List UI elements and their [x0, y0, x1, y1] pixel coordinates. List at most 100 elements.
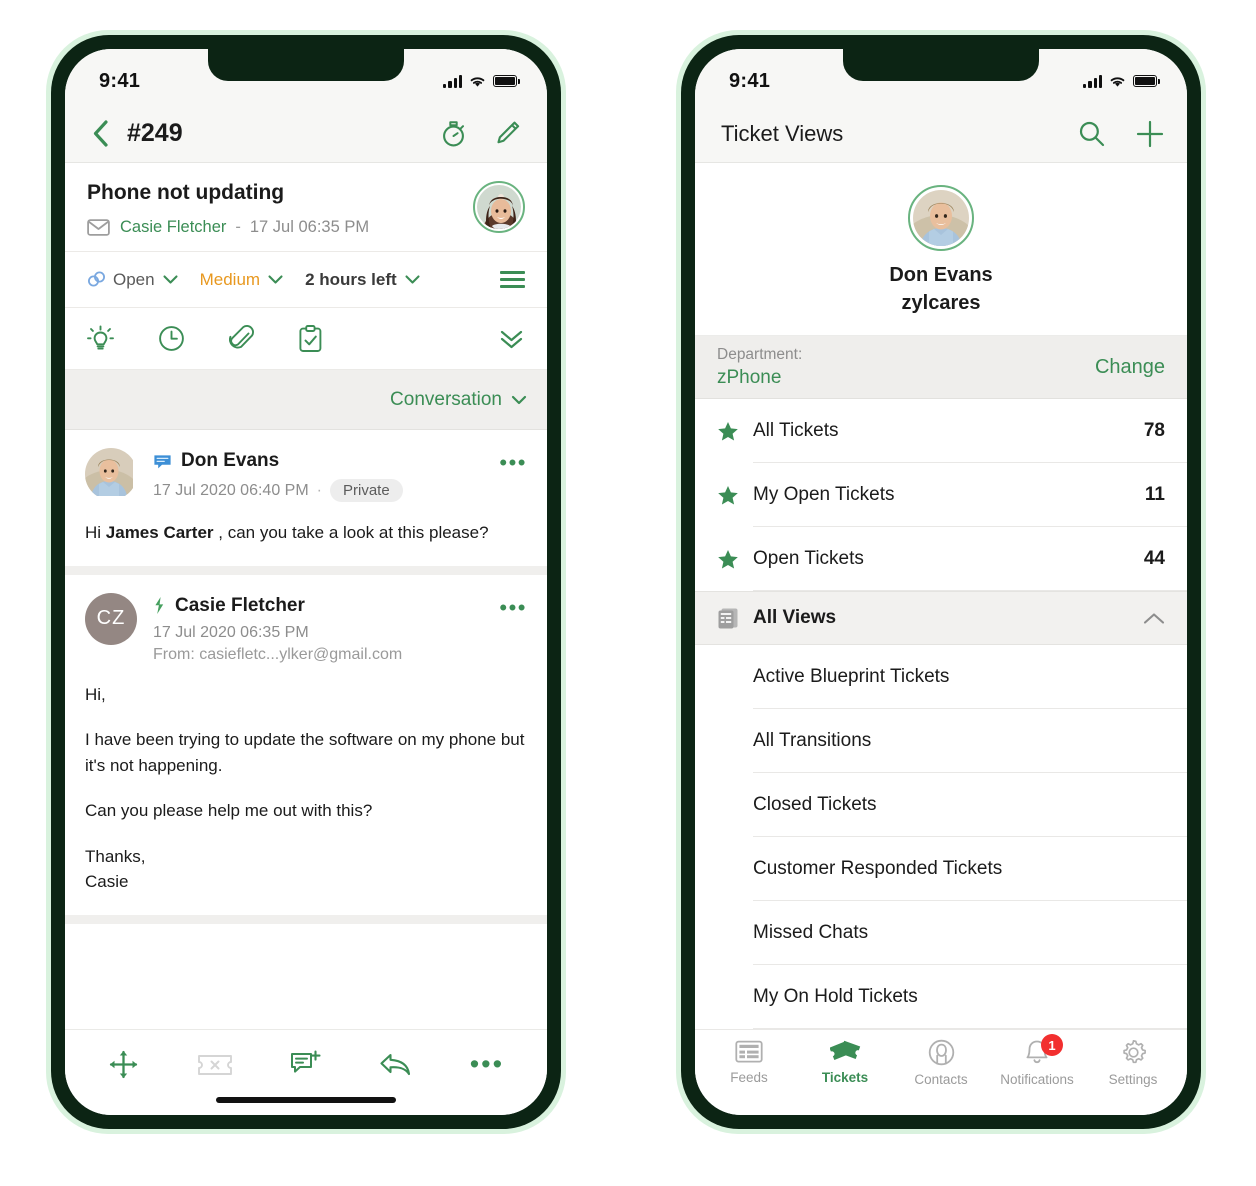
tasks-button[interactable] [298, 324, 323, 353]
contact-icon [928, 1039, 954, 1066]
view-item-label: Missed Chats [753, 922, 869, 943]
ticket-number: #249 [127, 119, 183, 147]
email-paragraph: Hi, [85, 684, 106, 704]
phone-bezel: 9:41 Ticket Views Don Evans zylcares Dep… [681, 35, 1201, 1129]
properties-menu-button[interactable] [500, 271, 525, 288]
all-views-section-header[interactable]: All Views [695, 591, 1187, 645]
cellular-signal-icon [1083, 74, 1102, 88]
view-row-all-tickets[interactable]: All Tickets 78 [695, 399, 1187, 464]
message-info: Don Evans ••• 17 Jul 2020 06:40 PM · Pri… [153, 448, 527, 502]
phone-screen: 9:41 Ticket Views Don Evans zylcares Dep… [695, 49, 1187, 1115]
message-timestamp: 17 Jul 2020 06:35 PM [153, 623, 309, 641]
tab-label: Tickets [821, 1070, 869, 1085]
timer-button[interactable] [439, 119, 468, 148]
move-ticket-button[interactable] [108, 1049, 139, 1080]
back-button[interactable] [83, 120, 117, 147]
department-label: Department: [717, 345, 803, 363]
department-value: zPhone [717, 366, 782, 388]
message-avatar[interactable] [85, 448, 137, 500]
agent-avatar[interactable] [908, 185, 974, 251]
chevron-down-icon [405, 275, 420, 284]
expand-toolbar-button[interactable] [498, 328, 525, 350]
star-icon [717, 485, 753, 506]
view-row-my-open-tickets[interactable]: My Open Tickets 11 [695, 463, 1187, 528]
tab-contacts[interactable]: Contacts [893, 1039, 989, 1087]
message-comment: Don Evans ••• 17 Jul 2020 06:40 PM · Pri… [65, 430, 547, 575]
screenshot-stage: 9:41 #249 Phone not updating Casie Fletc… [0, 0, 1256, 1186]
ticket-received-time: 17 Jul 06:35 PM [249, 218, 370, 236]
edit-button[interactable] [494, 120, 521, 148]
star-icon [717, 421, 753, 442]
add-view-button[interactable] [1135, 119, 1165, 149]
tab-feeds[interactable]: Feeds [701, 1039, 797, 1085]
close-ticket-button[interactable] [197, 1053, 233, 1077]
status-bar-time: 9:41 [99, 69, 141, 92]
email-icon [87, 219, 110, 236]
message-header: Don Evans ••• 17 Jul 2020 06:40 PM · Pri… [85, 448, 527, 502]
tab-label: Notifications [1000, 1072, 1074, 1087]
thread-icon [155, 597, 164, 614]
status-value: Open [113, 269, 155, 289]
view-item-missed-chats[interactable]: Missed Chats [695, 901, 1187, 965]
add-comment-button[interactable] [290, 1050, 321, 1079]
view-row-open-tickets[interactable]: Open Tickets 44 [695, 527, 1187, 592]
more-horizontal-icon: ••• [469, 1049, 505, 1080]
phone-screen: 9:41 #249 Phone not updating Casie Fletc… [65, 49, 547, 1115]
chevron-left-icon [93, 120, 108, 147]
message-body: Hi, I have been trying to update the sof… [85, 682, 527, 895]
department-bar: Department: zPhone Change [695, 336, 1187, 400]
message-header: CZ Casie Fletcher ••• 17 Jul 2020 06:35 … [85, 592, 527, 664]
sla-dropdown[interactable]: 2 hours left [305, 270, 420, 290]
status-bar-indicators [1083, 74, 1160, 88]
bottom-tab-bar: Feeds Tickets Contacts 1 Notifications S… [695, 1029, 1187, 1115]
message-more-button[interactable]: ••• [499, 448, 527, 474]
tab-notifications[interactable]: 1 Notifications [989, 1034, 1085, 1087]
message-more-button[interactable]: ••• [499, 593, 527, 619]
plus-icon [1136, 120, 1164, 147]
tab-label: Feeds [730, 1070, 768, 1085]
view-item-all-transitions[interactable]: All Transitions [695, 709, 1187, 773]
time-entry-button[interactable] [158, 325, 185, 352]
view-count: 11 [1144, 484, 1165, 506]
priority-value: Medium [199, 269, 261, 289]
priority-dropdown[interactable]: Medium [200, 270, 283, 290]
contact-avatar[interactable] [473, 181, 525, 233]
view-item-label: My On Hold Tickets [753, 986, 918, 1007]
message-author: Don Evans [181, 450, 280, 471]
suggestions-button[interactable] [87, 324, 114, 353]
reply-button[interactable] [379, 1051, 412, 1078]
message-timestamp: 17 Jul 2020 06:40 PM [153, 481, 309, 499]
change-department-button[interactable]: Change [1095, 356, 1165, 379]
views-navbar: Ticket Views [695, 105, 1187, 163]
comment-text-prefix: Hi [85, 523, 106, 542]
comment-mention[interactable]: James Carter [106, 523, 214, 542]
more-actions-button[interactable]: ••• [469, 1049, 505, 1080]
ticket-detail-body: #249 Phone not updating Casie Fletcher -… [65, 105, 547, 1029]
email-paragraph: I have been trying to update the softwar… [85, 730, 525, 775]
search-button[interactable] [1078, 120, 1105, 147]
avatar-photo [913, 190, 969, 246]
search-icon [1079, 121, 1105, 147]
view-item-label: All Transitions [753, 730, 872, 751]
email-paragraph: Can you please help me out with this? [85, 801, 373, 820]
starred-views-list: All Tickets 78 My Open Tickets 11 Open T… [695, 399, 1187, 592]
message-avatar-initials[interactable]: CZ [85, 592, 137, 645]
message-body: Hi James Carter , can you take a look at… [85, 520, 527, 546]
attachments-button[interactable] [229, 325, 254, 352]
view-item-active-blueprint-tickets[interactable]: Active Blueprint Tickets [695, 645, 1187, 709]
view-item-closed-tickets[interactable]: Closed Tickets [695, 773, 1187, 837]
ticket-toolbar [65, 308, 547, 370]
avatar-photo [477, 185, 521, 229]
message-name-row: Don Evans ••• [153, 448, 527, 474]
tab-tickets[interactable]: Tickets [797, 1039, 893, 1085]
view-item-customer-responded-tickets[interactable]: Customer Responded Tickets [695, 837, 1187, 901]
status-dropdown[interactable]: Open [87, 270, 178, 290]
meta-dot: · [316, 481, 322, 499]
ticket-contact-name[interactable]: Casie Fletcher [120, 218, 226, 237]
agent-name: Don Evans [889, 264, 993, 286]
ticket-summary-text: Phone not updating Casie Fletcher - 17 J… [87, 181, 473, 237]
view-item-my-on-hold-tickets[interactable]: My On Hold Tickets [695, 965, 1187, 1029]
chevrons-down-icon [500, 330, 523, 348]
tab-settings[interactable]: Settings [1085, 1039, 1181, 1087]
conversation-filter-bar[interactable]: Conversation [65, 370, 547, 430]
